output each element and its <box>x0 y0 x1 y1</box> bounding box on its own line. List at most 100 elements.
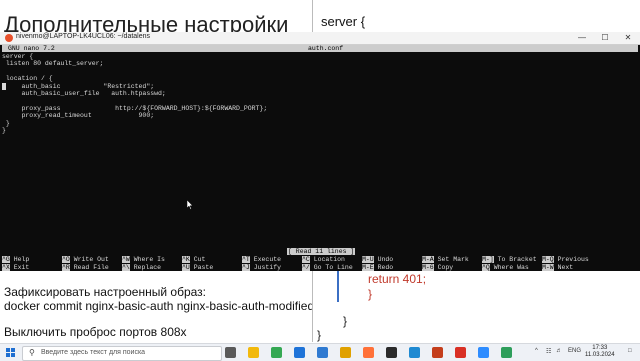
shortcut-item: ^O Write Out <box>62 256 109 263</box>
code-line-close-3: } <box>317 328 322 342</box>
code-line-return: return 401; <box>368 272 427 286</box>
ubuntu-icon <box>5 34 13 42</box>
shortcut-key: ^W <box>122 256 130 263</box>
nano-filename: auth.conf <box>308 45 344 52</box>
firefox-icon[interactable] <box>363 347 374 358</box>
shortcut-item: M-A Set Mark <box>422 256 469 263</box>
shortcut-item: ^R Read File <box>62 264 109 271</box>
search-icon: ⚲ <box>29 348 35 357</box>
window-title: nivenmo@LAPTOP-LK4UCL06: ~/datalens <box>16 33 151 40</box>
shortcut-label: Go To Line <box>313 264 353 271</box>
shortcut-label: Copy <box>437 264 454 271</box>
shortcut-label: Replace <box>133 264 162 271</box>
app-y-icon[interactable] <box>340 347 351 358</box>
shortcut-item: M-W Next <box>542 264 573 271</box>
editor-line: } <box>2 126 6 134</box>
terminal-window[interactable]: nivenmo@LAPTOP-LK4UCL06: ~/datalens — ☐ … <box>0 32 640 271</box>
shortcut-key: ^O <box>62 256 70 263</box>
code-line-close-1: } <box>368 287 373 301</box>
shortcut-key: ^T <box>242 256 250 263</box>
shortcut-key: M-6 <box>422 264 434 271</box>
zoom-icon[interactable] <box>478 347 489 358</box>
code-indent-bar <box>337 270 339 302</box>
language-indicator[interactable]: ENG <box>568 348 581 354</box>
shortcut-label: Justify <box>253 264 282 271</box>
status-message: [ Read 11 lines ] <box>287 248 356 255</box>
editor-line: listen 80 default_server; <box>2 60 104 68</box>
slide-text-line1: Зафиксировать настроенный образ: <box>4 285 206 299</box>
shortcut-key: ^U <box>182 264 190 271</box>
minimize-button[interactable]: — <box>571 32 593 44</box>
shortcut-item: M-6 Copy <box>422 264 453 271</box>
editor-line: proxy_read_timeout 900; <box>2 112 155 120</box>
shortcut-key: ^J <box>242 264 250 271</box>
shortcut-label: Read File <box>73 264 109 271</box>
shortcut-label: Execute <box>253 256 282 263</box>
shortcut-key: ^/ <box>302 264 310 271</box>
shortcut-label: Location <box>313 256 345 263</box>
vscode-icon[interactable] <box>409 347 420 358</box>
clock[interactable]: 17:33 11.03.2024 <box>585 345 615 359</box>
notification-icon[interactable]: □ <box>628 348 632 354</box>
code-panel-bottom: return 401; } } } <box>312 270 640 342</box>
terminal-app-icon[interactable] <box>386 347 397 358</box>
shortcut-label: Exit <box>13 264 30 271</box>
shortcut-key: ^Q <box>482 264 490 271</box>
shortcut-item: ^K Cut <box>182 256 205 263</box>
shortcut-item: ^C Location <box>302 256 345 263</box>
tray-chevron-icon[interactable]: ^ <box>535 348 538 354</box>
shortcut-key: ^G <box>2 256 10 263</box>
shortcut-label: Set Mark <box>437 256 469 263</box>
shortcut-label: Help <box>13 256 30 263</box>
shortcut-label: Next <box>557 264 574 271</box>
shortcut-label: Paste <box>193 264 214 271</box>
shortcut-item: ^U Paste <box>182 264 213 271</box>
task-view-icon[interactable] <box>225 347 236 358</box>
network-icon[interactable]: ☷ <box>546 348 551 355</box>
powerpoint-icon[interactable] <box>432 347 443 358</box>
shortcut-item: ^J Justify <box>242 264 281 271</box>
mouse-pointer-icon <box>187 200 193 210</box>
clock-time: 17:33 <box>592 345 608 351</box>
windows-start-icon[interactable] <box>6 348 15 357</box>
slide-text-line3: Выключить проброс портов 808x <box>4 325 187 339</box>
editor-line: } <box>2 119 10 127</box>
shortcut-key: M-] <box>482 256 494 263</box>
nano-version: GNU nano 7.2 <box>8 45 55 52</box>
shortcut-label: Undo <box>377 256 394 263</box>
volume-icon[interactable]: ♬ <box>556 348 562 354</box>
shortcut-key: ^X <box>2 264 10 271</box>
app-green-icon[interactable] <box>501 347 512 358</box>
shortcut-item: M-] To Bracket <box>482 256 537 263</box>
store-icon[interactable] <box>317 347 328 358</box>
maximize-button[interactable]: ☐ <box>594 32 616 44</box>
shortcut-label: Where Is <box>133 256 165 263</box>
editor-line: location / { <box>2 75 53 83</box>
shortcut-item: ^Q Where Was <box>482 264 529 271</box>
shortcut-item: ^\ Replace <box>122 264 161 271</box>
editor-line: auth_basic "Restricted"; <box>2 82 155 90</box>
mail-icon[interactable] <box>294 347 305 358</box>
taskbar-search-box[interactable]: ⚲ Введите здесь текст для поиска <box>22 346 222 361</box>
shortcut-key: ^C <box>302 256 310 263</box>
shortcut-key: M-E <box>362 264 374 271</box>
explorer-icon[interactable] <box>248 347 259 358</box>
shortcut-label: Cut <box>193 256 206 263</box>
editor-line: server { <box>2 53 34 60</box>
search-placeholder: Введите здесь текст для поиска <box>41 349 146 356</box>
shortcut-item: M-Q Previous <box>542 256 589 263</box>
shortcut-item: ^G Help <box>2 256 29 263</box>
chrome-icon[interactable] <box>271 347 282 358</box>
app-red-icon[interactable] <box>455 347 466 358</box>
close-button[interactable]: ✕ <box>617 32 639 44</box>
slide-text-command: docker commit nginx-basic-auth nginx-bas… <box>4 299 315 313</box>
window-titlebar[interactable]: nivenmo@LAPTOP-LK4UCL06: ~/datalens — ☐ … <box>0 32 640 45</box>
clock-date: 11.03.2024 <box>585 352 615 358</box>
text-cursor <box>2 83 6 90</box>
shortcut-key: M-Q <box>542 256 554 263</box>
shortcut-item: ^W Where Is <box>122 256 165 263</box>
editor-text-area[interactable]: server { listen 80 default_server; locat… <box>2 53 267 134</box>
shortcut-key: ^R <box>62 264 70 271</box>
